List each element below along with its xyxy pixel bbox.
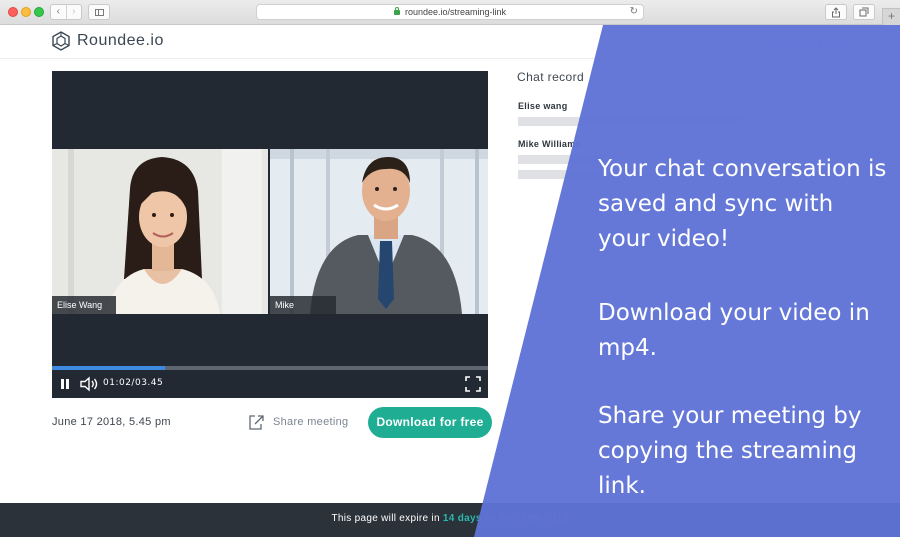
forward-button[interactable]: › [65, 5, 82, 19]
address-bar[interactable]: roundee.io/streaming-link ↻ [256, 4, 644, 20]
new-tab-button[interactable]: + [882, 8, 900, 25]
maximize-window-button[interactable] [34, 7, 44, 17]
tabs-icon [859, 7, 869, 17]
history-nav: ‹ › [50, 4, 82, 20]
meeting-date: June 17 2018, 5.45 pm [52, 416, 171, 428]
minimize-window-button[interactable] [21, 7, 31, 17]
sidebar-toggle-button[interactable] [88, 4, 110, 20]
volume-icon[interactable] [79, 376, 99, 392]
pause-icon [61, 379, 64, 389]
logo-icon [52, 31, 70, 51]
chat-author: Elise wang [518, 101, 568, 111]
participant-video-tile: Elise Wang [52, 149, 268, 314]
browser-toolbar: ‹ › roundee.io/streaming-link ↻ + [0, 0, 900, 25]
logo[interactable]: Roundee.io [51, 31, 164, 51]
share-meeting-button[interactable]: Share meeting [248, 414, 348, 430]
participant-name-tag: Elise Wang [52, 296, 116, 314]
player-controls: 01:02/03.45 [52, 370, 488, 398]
overlay-paragraph-share: Share your meeting by copying the stream… [598, 403, 862, 499]
time-display: 01:02/03.45 [103, 378, 164, 388]
chat-message: Elise wang [518, 101, 758, 126]
overlay-paragraph-download: Download your video in mp4. [598, 300, 870, 361]
download-button[interactable]: Download for free [368, 407, 492, 438]
share-icon [249, 415, 264, 430]
share-button[interactable] [825, 4, 847, 20]
chat-message-placeholder [518, 155, 604, 164]
participant-video-tile: Mike [270, 149, 488, 314]
participant-video-image [270, 149, 488, 314]
chat-message: Mike Williams [518, 139, 758, 179]
url-text: roundee.io/streaming-link [404, 7, 507, 17]
expiry-footer: This page will expire in 14 days on Dec … [0, 503, 900, 537]
participant-video-image [52, 149, 268, 314]
chat-record-title: Chat record [517, 70, 585, 84]
tabs-overview-button[interactable] [853, 4, 875, 20]
chat-message-placeholder [518, 117, 742, 126]
share-icon [832, 7, 840, 18]
attendees-list-link[interactable]: Attendees list [769, 36, 841, 50]
chat-author: Mike Williams [518, 139, 581, 149]
share-meeting-label: Share meeting [273, 416, 349, 428]
sidebar-icon [95, 9, 104, 16]
site-header: Roundee.io Attendees list [0, 25, 900, 59]
expiry-days: 14 days [442, 513, 482, 524]
chat-message-placeholder [518, 170, 604, 179]
back-button[interactable]: ‹ [51, 5, 66, 19]
expiry-date: on Dec 25th 2018 [481, 513, 569, 524]
pause-button[interactable] [59, 378, 71, 390]
logo-text: Roundee.io [77, 32, 164, 49]
expiry-text: This page will expire in [331, 513, 443, 524]
close-window-button[interactable] [8, 7, 18, 17]
reload-icon[interactable]: ↻ [630, 5, 638, 19]
participant-name-tag: Mike [270, 296, 336, 314]
lock-icon [393, 7, 400, 15]
video-player[interactable]: Elise Wang Mike 01:02/03.45 [52, 71, 488, 398]
fullscreen-icon[interactable] [465, 376, 481, 392]
